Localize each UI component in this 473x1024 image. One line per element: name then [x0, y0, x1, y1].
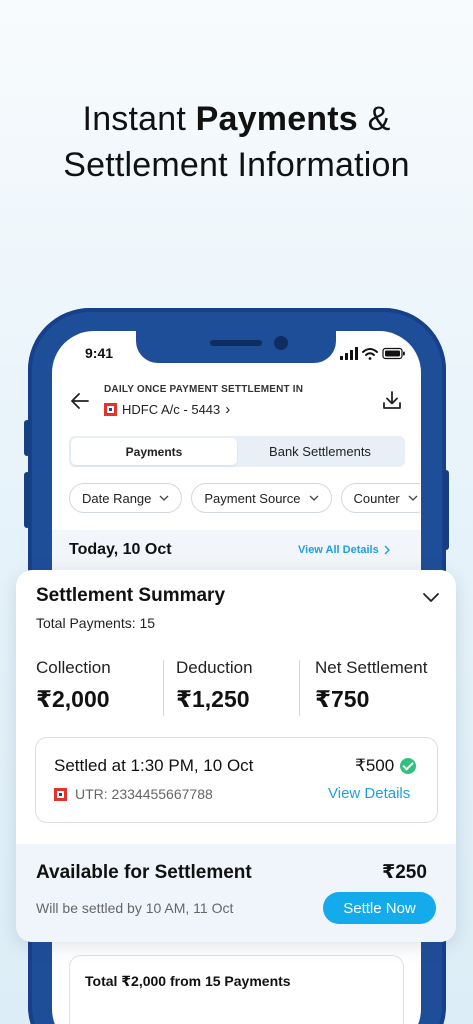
settled-time: Settled at 1:30 PM, 10 Oct — [54, 756, 254, 775]
phone-notch — [136, 331, 336, 363]
status-icons — [340, 347, 405, 360]
hdfc-logo-icon — [104, 403, 117, 416]
chevron-down-icon[interactable] — [422, 592, 440, 604]
status-time: 9:41 — [85, 345, 114, 361]
signal-icon — [340, 347, 358, 360]
settlement-summary-card: Settlement Summary Total Payments: 15 Co… — [16, 570, 456, 942]
headline-bold: Payments — [195, 100, 358, 138]
check-circle-icon — [400, 758, 417, 774]
headline: Instant Payments & Settlement Informatio… — [0, 96, 473, 188]
filter-label: Payment Source — [204, 490, 301, 506]
filter-label: Counter — [353, 490, 400, 506]
chevron-right-icon: › — [225, 401, 231, 418]
summary-title: Settlement Summary — [36, 585, 226, 606]
utr-row: UTR: 2334455667788 — [54, 786, 213, 802]
phone-side-button — [24, 420, 30, 456]
wifi-icon — [362, 348, 378, 360]
phone-power-button — [443, 470, 449, 550]
day-header-date: Today, 10 Oct — [69, 541, 172, 558]
total-payments: Total Payments: 15 — [36, 615, 156, 631]
payments-total-card[interactable]: Total ₹2,000 from 15 Payments — [69, 955, 404, 1024]
filter-chips: Date Range Payment Source Counter — [69, 483, 420, 514]
headline-line2: Settlement Information — [63, 146, 410, 184]
filter-label: Date Range — [82, 490, 152, 506]
view-details-link[interactable]: View Details — [328, 785, 410, 802]
headline-prefix: Instant — [82, 100, 196, 138]
download-icon[interactable] — [381, 389, 403, 411]
view-all-label: View All Details — [298, 544, 379, 556]
phone-side-button — [24, 472, 30, 528]
available-settlement-section: Available for Settlement ₹250 Will be se… — [16, 844, 456, 942]
tab-switcher: Payments Bank Settlements — [69, 436, 405, 467]
app-bar-title: DAILY ONCE PAYMENT SETTLEMENT IN — [104, 384, 304, 395]
metric-net-settlement: Net Settlement ₹750 — [315, 658, 427, 713]
filter-counter[interactable]: Counter — [340, 483, 420, 513]
back-arrow-icon[interactable] — [70, 391, 90, 411]
available-title: Available for Settlement — [36, 862, 252, 883]
metric-label: Collection — [36, 658, 111, 677]
hdfc-logo-icon — [54, 787, 67, 801]
available-amount: ₹250 — [382, 862, 427, 883]
speaker-icon — [210, 340, 262, 346]
metric-divider — [163, 660, 164, 716]
tab-bank-settlements[interactable]: Bank Settlements — [237, 438, 403, 465]
chevron-down-icon — [159, 495, 169, 501]
filter-date-range[interactable]: Date Range — [69, 483, 183, 513]
metric-value: ₹2,000 — [36, 686, 110, 712]
battery-icon — [382, 347, 405, 360]
metric-value: ₹1,250 — [176, 686, 250, 712]
metric-label: Deduction — [176, 658, 253, 677]
headline-suffix: & — [357, 100, 391, 138]
view-all-details-link[interactable]: View All Details — [298, 544, 390, 556]
chevron-down-icon — [408, 495, 418, 501]
metric-collection: Collection ₹2,000 — [36, 658, 111, 713]
camera-icon — [274, 336, 288, 350]
settled-transaction: Settled at 1:30 PM, 10 Oct ₹500 UTR: 233… — [35, 737, 438, 823]
metric-deduction: Deduction ₹1,250 — [176, 658, 253, 713]
chevron-right-icon — [384, 545, 390, 555]
metric-divider — [299, 660, 300, 716]
metric-label: Net Settlement — [315, 658, 428, 677]
utr-number: UTR: 2334455667788 — [75, 786, 213, 802]
available-subtitle: Will be settled by 10 AM, 11 Oct — [36, 900, 234, 916]
tab-payments[interactable]: Payments — [71, 438, 237, 465]
filter-payment-source[interactable]: Payment Source — [191, 483, 332, 513]
payments-total-title: Total ₹2,000 from 15 Payments — [85, 973, 291, 989]
bank-account-link[interactable]: HDFC A/c - 5443 › — [104, 401, 230, 418]
bank-account-label: HDFC A/c - 5443 — [122, 402, 221, 417]
settle-now-button[interactable]: Settle Now — [323, 892, 436, 924]
chevron-down-icon — [309, 495, 318, 501]
settled-amount: ₹500 — [355, 756, 395, 775]
settled-amount-group: ₹500 — [355, 756, 417, 776]
metric-value: ₹750 — [315, 686, 370, 712]
